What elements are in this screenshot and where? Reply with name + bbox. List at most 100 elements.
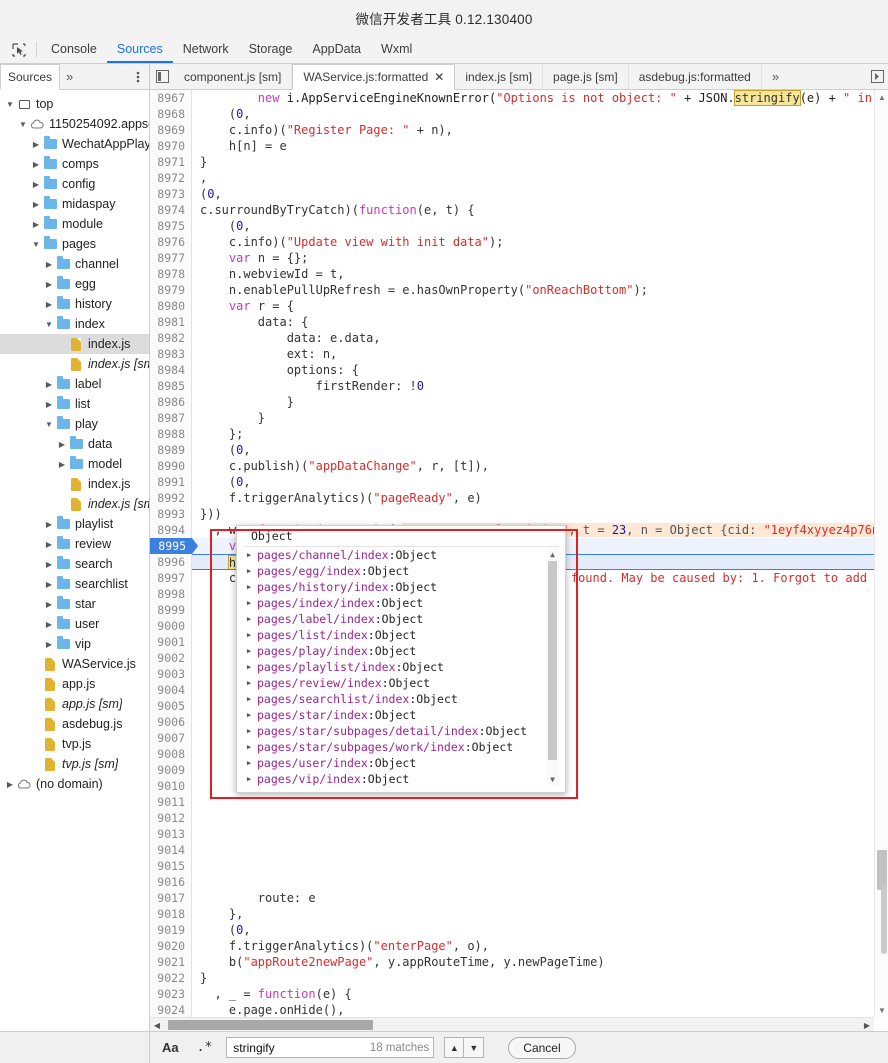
code-text[interactable]: } [192,154,888,170]
tree-item-history[interactable]: ▶ history [0,294,149,314]
line-number[interactable]: 9017 [150,890,192,906]
code-line[interactable]: 8981 data: { [150,314,888,330]
caret-up-icon[interactable]: ▲ [546,547,559,561]
code-line[interactable]: 9023 , _ = function(e) { [150,986,888,1002]
code-line[interactable]: 9020 f.triggerAnalytics)("enterPage", o)… [150,938,888,954]
code-text[interactable]: (0, [192,442,888,458]
line-number[interactable]: 8985 [150,378,192,394]
line-number[interactable]: 8996 [150,554,192,570]
tree-item-search[interactable]: ▶ search [0,554,149,574]
code-line[interactable]: 8982 data: e.data, [150,330,888,346]
code-line[interactable]: 8992 f.triggerAnalytics)("pageReady", e) [150,490,888,506]
code-text[interactable]: e.page.onHide(), [192,1002,888,1018]
code-line[interactable]: 8968 (0, [150,106,888,122]
object-property-row[interactable]: ▶ pages/user/index: Object [243,755,559,771]
tree-item-playlist[interactable]: ▶ playlist [0,514,149,534]
tree-item-config[interactable]: ▶ config [0,174,149,194]
line-number[interactable]: 9014 [150,842,192,858]
caret-right-icon[interactable]: ▶ [247,547,257,563]
chevron-right-icon[interactable]: ▶ [56,440,68,449]
code-text[interactable]: route: e [192,890,888,906]
code-line[interactable]: 9024 e.page.onHide(), [150,1002,888,1018]
code-text[interactable]: ext: n, [192,346,888,362]
line-number[interactable]: 8971 [150,154,192,170]
tree-item-searchlist[interactable]: ▶ searchlist [0,574,149,594]
file-tab-index-js-sm-[interactable]: index.js [sm] [455,64,544,89]
tree-item-waservice-js[interactable]: ▪ WAService.js [0,654,149,674]
tree-item-app-js-sm-[interactable]: ▪ app.js [sm] [0,694,149,714]
code-line[interactable]: 8986 } [150,394,888,410]
tab-wxml[interactable]: Wxml [371,36,422,63]
line-number[interactable]: 8975 [150,218,192,234]
code-text[interactable]: } [192,970,888,986]
code-text[interactable]: (0, [192,186,888,202]
tree-item-app-js[interactable]: ▪ app.js [0,674,149,694]
object-property-row[interactable]: ▶ pages/play/index: Object [243,643,559,659]
tab-appdata[interactable]: AppData [302,36,371,63]
tree-item-wechatappplaye[interactable]: ▶ WechatAppPlaye [0,134,149,154]
line-number[interactable]: 9016 [150,874,192,890]
line-number[interactable]: 8980 [150,298,192,314]
caret-right-icon[interactable]: ▶ [247,723,257,739]
code-text[interactable] [192,842,888,858]
code-text[interactable]: new i.AppServiceEngineKnownError("Option… [192,90,888,106]
tree-item-module[interactable]: ▶ module [0,214,149,234]
file-tab-page-js-sm-[interactable]: page.js [sm] [543,64,629,89]
code-line[interactable]: 8980 var r = { [150,298,888,314]
code-line[interactable]: 8984 options: { [150,362,888,378]
tree-item-list[interactable]: ▶ list [0,394,149,414]
chevron-double-right-icon[interactable]: » [60,64,79,89]
line-number[interactable]: 8991 [150,474,192,490]
chevron-right-icon[interactable]: ▶ [30,140,42,149]
tab-storage[interactable]: Storage [239,36,303,63]
code-text[interactable]: (0, [192,922,888,938]
code-text[interactable]: (0, [192,474,888,490]
object-property-row[interactable]: ▶ pages/label/index: Object [243,611,559,627]
code-text[interactable]: } [192,410,888,426]
line-number[interactable]: 8988 [150,426,192,442]
code-text[interactable]: , [192,170,888,186]
line-number[interactable]: 9021 [150,954,192,970]
chevron-down-icon[interactable]: ▼ [4,100,16,109]
line-number[interactable]: 9002 [150,650,192,666]
chevron-right-icon[interactable]: ▶ [43,300,55,309]
chevron-right-icon[interactable]: ▶ [43,280,55,289]
line-number[interactable]: 9003 [150,666,192,682]
code-line[interactable]: 9022} [150,970,888,986]
code-text[interactable]: })) [192,506,888,522]
code-line[interactable]: 9013 [150,826,888,842]
match-case-button[interactable]: Aa [158,1040,183,1055]
find-prev-button[interactable]: ▲ [444,1037,465,1058]
code-text[interactable] [192,826,888,842]
tree-item-midaspay[interactable]: ▶ midaspay [0,194,149,214]
window-scrollbar[interactable] [880,64,888,1031]
caret-right-icon[interactable]: ▶ [247,691,257,707]
tree-item-model[interactable]: ▶ model [0,454,149,474]
find-nav-group[interactable]: ▲ ▼ [444,1037,485,1058]
caret-down-icon[interactable]: ▼ [546,772,559,786]
tree-item-asdebug-js[interactable]: ▪ asdebug.js [0,714,149,734]
code-line[interactable]: 9019 (0, [150,922,888,938]
caret-right-icon[interactable]: ▶ [247,611,257,627]
code-text[interactable]: h[n] = e [192,138,888,154]
code-line[interactable]: 9018 }, [150,906,888,922]
caret-right-icon[interactable]: ▶ [247,563,257,579]
chevron-down-icon[interactable]: ▼ [43,420,55,429]
code-line[interactable]: 8989 (0, [150,442,888,458]
tree-item-1150254092-appser[interactable]: ▼ 1150254092.appser [0,114,149,134]
object-property-row[interactable]: ▶ pages/star/index: Object [243,707,559,723]
window-scroll-thumb[interactable] [881,884,887,954]
chevron-right-icon[interactable]: ▶ [43,560,55,569]
chevron-right-icon[interactable]: ▶ [30,220,42,229]
code-line[interactable]: 8983 ext: n, [150,346,888,362]
code-text[interactable]: var r = { [192,298,888,314]
code-line[interactable]: 8987 } [150,410,888,426]
code-line[interactable]: 8988 }; [150,426,888,442]
line-number[interactable]: 9024 [150,1002,192,1018]
tree-item-index-js-sm-[interactable]: ▪ index.js [sm] [0,354,149,374]
chevron-right-icon[interactable]: ▶ [30,180,42,189]
object-property-row[interactable]: ▶ pages/vip/index: Object [243,771,559,786]
line-number[interactable]: 9005 [150,698,192,714]
line-number[interactable]: 9020 [150,938,192,954]
line-number[interactable]: 8981 [150,314,192,330]
